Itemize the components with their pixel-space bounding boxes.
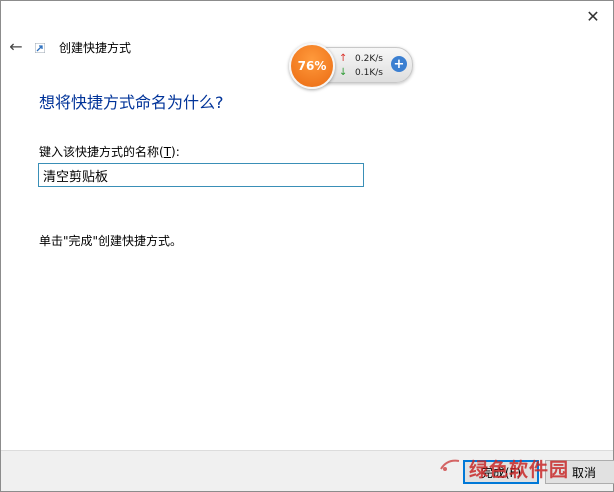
finish-button[interactable]: 完成(F) bbox=[463, 460, 539, 484]
close-button[interactable]: ✕ bbox=[573, 1, 613, 31]
page-heading: 想将快捷方式命名为什么? bbox=[39, 93, 224, 112]
watermark-logo-icon bbox=[440, 459, 460, 471]
label-suffix: ): bbox=[171, 145, 180, 159]
shortcut-icon bbox=[35, 43, 45, 53]
cancel-button[interactable]: 取消 bbox=[545, 460, 614, 484]
plus-icon: + bbox=[393, 56, 405, 72]
network-monitor-widget[interactable]: 76% ↑ 0.2K/s ↓ 0.1K/s + bbox=[287, 43, 415, 89]
usage-percent: 76% bbox=[297, 59, 327, 73]
download-speed: 0.1K/s bbox=[355, 67, 383, 78]
label-accelerator: T bbox=[163, 145, 172, 159]
label-prefix: 键入该快捷方式的名称( bbox=[39, 145, 164, 159]
upload-speed-row: ↑ 0.2K/s bbox=[339, 53, 383, 64]
download-arrow-icon: ↓ bbox=[339, 67, 348, 78]
download-speed-row: ↓ 0.1K/s bbox=[339, 67, 383, 78]
dialog-footer: 完成(F) 取消 bbox=[1, 450, 614, 491]
shortcut-name-input[interactable] bbox=[38, 163, 364, 187]
expand-plus-button[interactable]: + bbox=[391, 56, 407, 72]
close-icon: ✕ bbox=[586, 6, 600, 26]
back-arrow-icon: ← bbox=[9, 36, 23, 56]
window-title: 创建快捷方式 bbox=[59, 41, 132, 55]
back-button[interactable]: ← bbox=[7, 36, 25, 56]
instruction-text: 单击"完成"创建快捷方式。 bbox=[39, 234, 183, 248]
create-shortcut-dialog: ✕ ← 创建快捷方式 想将快捷方式命名为什么? 键入该快捷方式的名称(T): 单… bbox=[0, 0, 614, 492]
upload-speed: 0.2K/s bbox=[355, 53, 383, 64]
upload-arrow-icon: ↑ bbox=[339, 53, 348, 64]
name-field-label: 键入该快捷方式的名称(T): bbox=[39, 143, 180, 160]
usage-percent-badge[interactable]: 76% bbox=[289, 43, 335, 89]
